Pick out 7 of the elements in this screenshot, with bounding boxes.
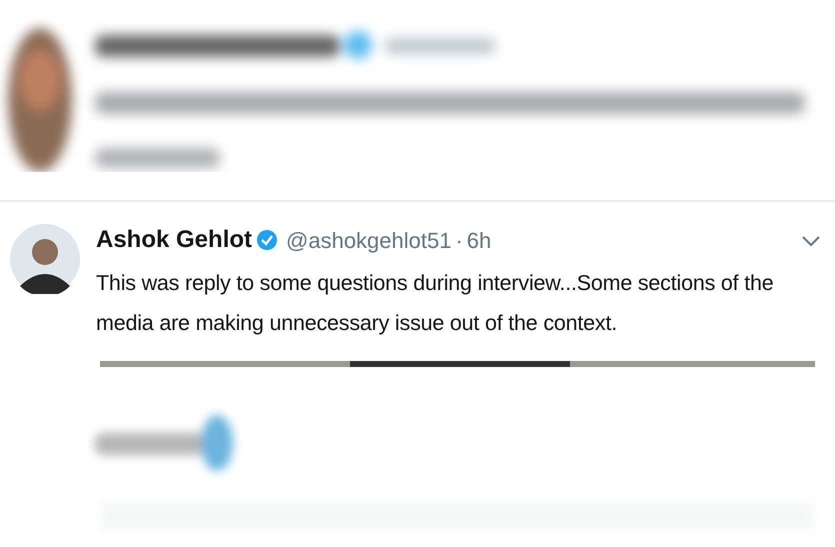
separator: · <box>455 227 463 255</box>
avatar[interactable] <box>10 224 80 294</box>
chevron-down-icon[interactable] <box>801 234 821 246</box>
author-name[interactable]: Ashok Gehlot <box>96 226 252 255</box>
author-handle[interactable]: @ashokgehlot51 <box>286 224 452 257</box>
timestamp[interactable]: 6h <box>466 224 492 257</box>
tweet-text: This was reply to some questions during interview...Some sections of the media are making unnecessary issue out of the context. <box>96 270 775 337</box>
